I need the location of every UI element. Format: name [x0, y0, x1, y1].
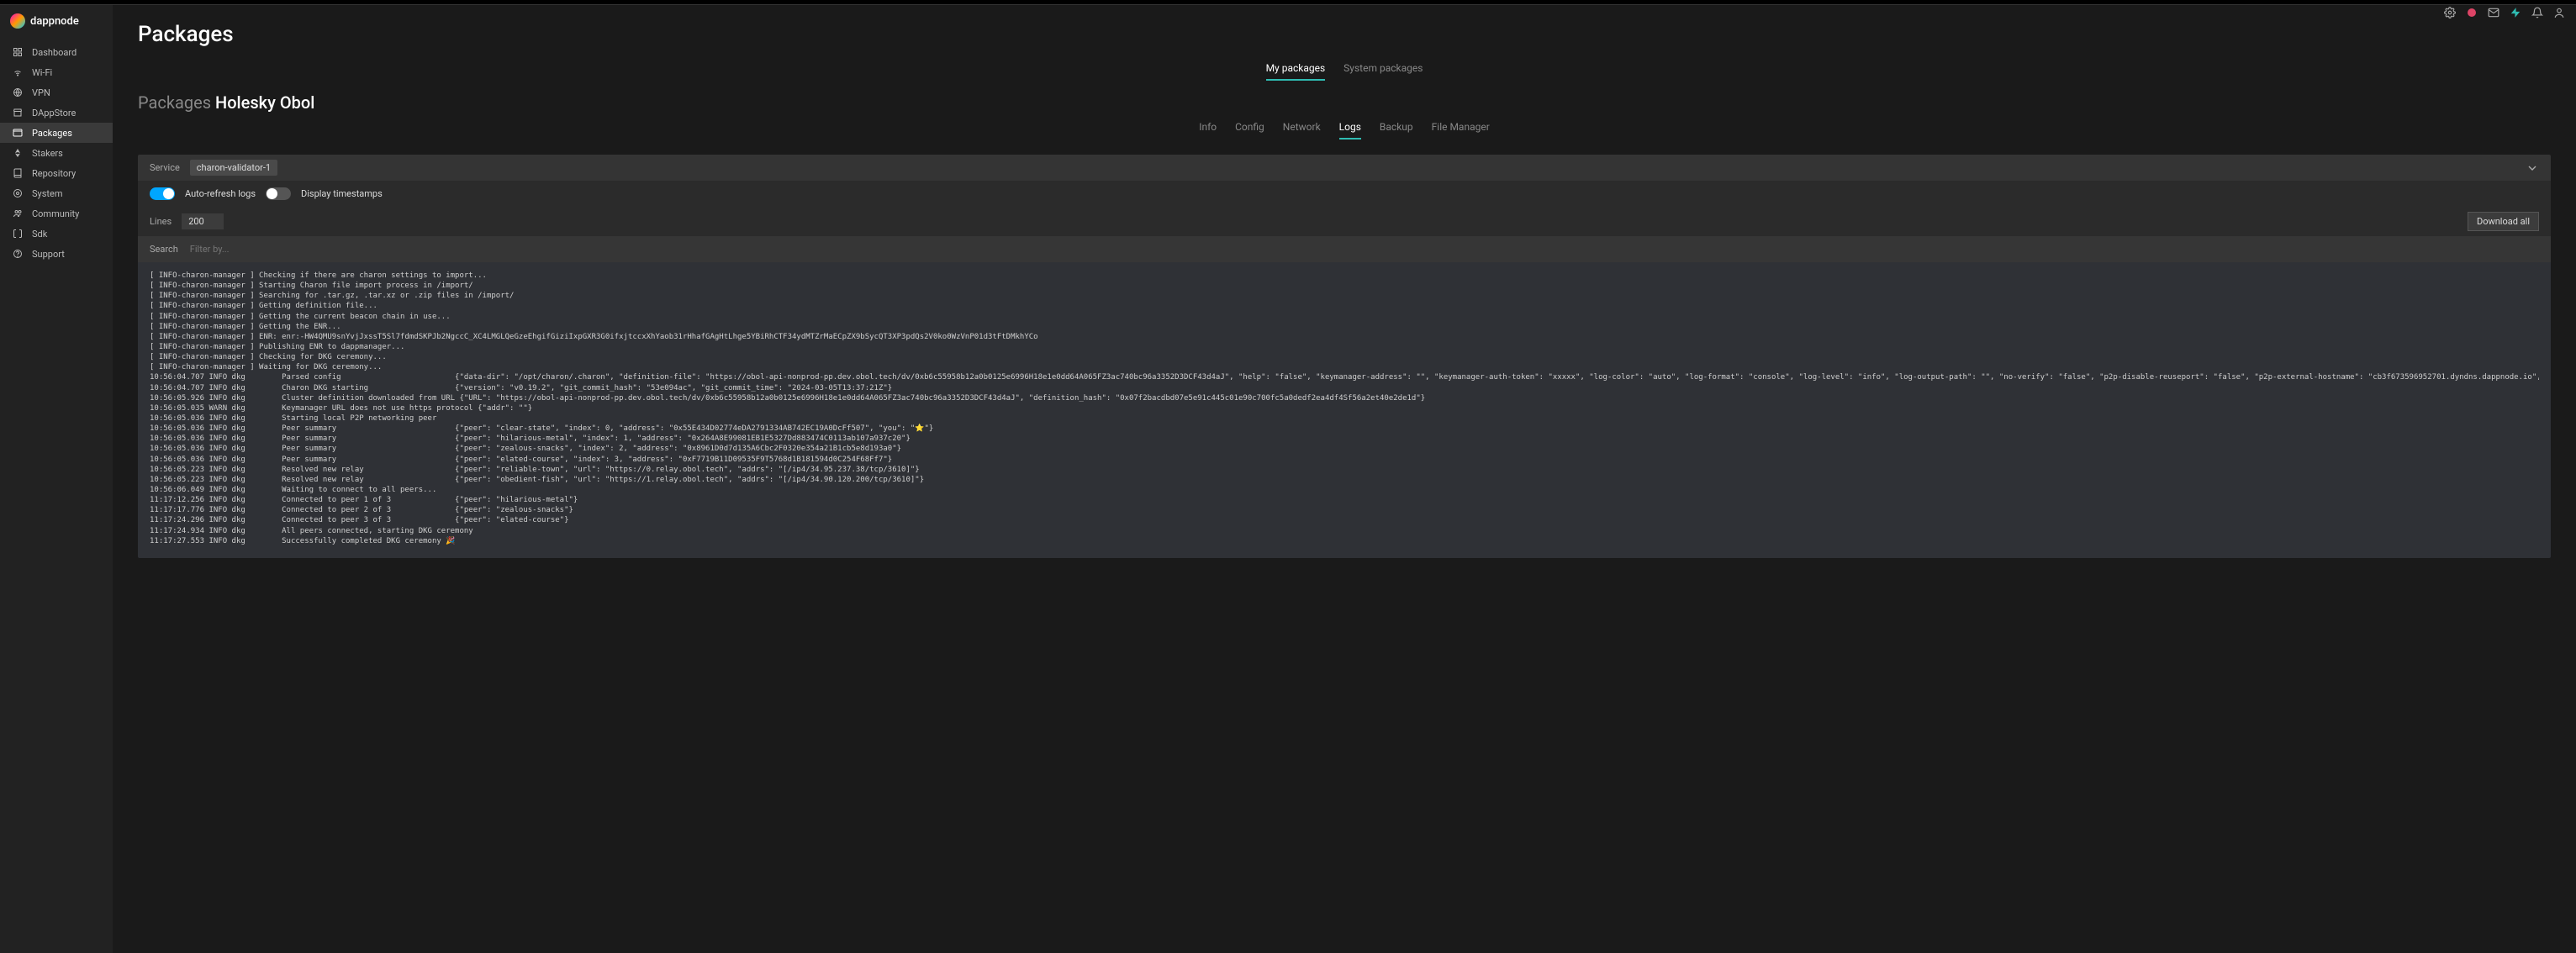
- sidebar-item-label: Repository: [32, 168, 76, 179]
- top-tab-system-packages[interactable]: System packages: [1343, 62, 1423, 81]
- wifi-icon: [12, 66, 24, 78]
- vpn-icon: [12, 87, 24, 98]
- sdk-icon: [12, 228, 24, 240]
- download-all-button[interactable]: Download all: [2468, 212, 2539, 231]
- auto-refresh-label: Auto-refresh logs: [185, 188, 256, 199]
- dashboard-icon: [12, 46, 24, 58]
- timestamps-toggle[interactable]: [266, 187, 291, 200]
- store-icon: [12, 107, 24, 118]
- system-icon: [12, 187, 24, 199]
- log-pane: [ INFO-charon-manager ] Checking if ther…: [138, 262, 2551, 558]
- bolt-icon[interactable]: [2509, 6, 2522, 19]
- sidebar-item-system[interactable]: System: [0, 183, 113, 203]
- sidebar-item-packages[interactable]: Packages: [0, 123, 113, 143]
- sidebar-item-label: Community: [32, 208, 79, 219]
- sub-tab-network[interactable]: Network: [1283, 121, 1321, 140]
- logo[interactable]: dappnode: [0, 5, 113, 37]
- breadcrumb: Packages Holesky Obol: [138, 92, 2551, 113]
- sidebar-item-dashboard[interactable]: Dashboard: [0, 42, 113, 62]
- repo-icon: [12, 167, 24, 179]
- sidebar-item-wi-fi[interactable]: Wi-Fi: [0, 62, 113, 82]
- sub-tab-file-manager[interactable]: File Manager: [1432, 121, 1490, 140]
- gear-icon[interactable]: [2443, 6, 2457, 19]
- logo-text: dappnode: [30, 15, 79, 28]
- sidebar-item-sdk[interactable]: Sdk: [0, 224, 113, 244]
- mail-icon[interactable]: [2487, 6, 2500, 19]
- indicator-icon[interactable]: [2465, 6, 2478, 19]
- sidebar-item-label: Support: [32, 249, 65, 260]
- page-title: Packages: [138, 22, 2551, 47]
- bell-icon[interactable]: [2531, 6, 2544, 19]
- auto-refresh-toggle[interactable]: [150, 187, 175, 200]
- sidebar-item-label: System: [32, 188, 63, 199]
- logo-mark-icon: [10, 13, 25, 29]
- sidebar-item-stakers[interactable]: Stakers: [0, 143, 113, 163]
- support-icon: [12, 248, 24, 260]
- sidebar-item-label: Packages: [32, 128, 72, 139]
- sub-tab-backup[interactable]: Backup: [1380, 121, 1413, 140]
- sidebar-item-label: Wi-Fi: [32, 67, 52, 78]
- top-tabs: My packages System packages: [138, 62, 2551, 81]
- packages-icon: [12, 127, 24, 139]
- timestamps-label: Display timestamps: [301, 188, 383, 199]
- sidebar-item-repository[interactable]: Repository: [0, 163, 113, 183]
- service-label: Service: [150, 162, 180, 173]
- collapse-icon[interactable]: [2526, 161, 2539, 175]
- main: Packages My packages System packages Pack…: [113, 5, 2576, 575]
- sub-tab-logs[interactable]: Logs: [1339, 121, 1361, 140]
- sub-tabs: Info Config Network Logs Backup File Manager: [138, 121, 2551, 140]
- log-output[interactable]: [ INFO-charon-manager ] Checking if ther…: [150, 271, 2539, 546]
- top-tab-my-packages[interactable]: My packages: [1266, 62, 1326, 81]
- sidebar-item-label: DAppStore: [32, 108, 76, 118]
- sidebar: dappnode Dashboard Wi-Fi VPN DAppStore Packa…: [0, 5, 113, 953]
- sidebar-item-label: VPN: [32, 87, 50, 98]
- sidebar-item-vpn[interactable]: VPN: [0, 82, 113, 103]
- breadcrumb-current: Holesky Obol: [215, 92, 314, 113]
- lines-row: Lines Download all: [138, 207, 2551, 236]
- lines-input[interactable]: [182, 213, 224, 229]
- breadcrumb-prefix: Packages: [138, 92, 215, 113]
- sidebar-item-dappstore[interactable]: DAppStore: [0, 103, 113, 123]
- service-select[interactable]: charon-validator-1: [190, 160, 277, 176]
- log-options: Auto-refresh logs Display timestamps: [138, 181, 2551, 207]
- search-row: Search: [138, 236, 2551, 262]
- sidebar-item-label: Sdk: [32, 229, 47, 240]
- sidebar-item-community[interactable]: Community: [0, 203, 113, 224]
- search-input[interactable]: [188, 241, 2539, 257]
- sub-tab-config[interactable]: Config: [1235, 121, 1264, 140]
- user-icon[interactable]: [2552, 6, 2566, 19]
- service-bar: Service charon-validator-1: [138, 155, 2551, 181]
- community-icon: [12, 208, 24, 219]
- header-bar: [2443, 0, 2576, 25]
- lines-label: Lines: [150, 216, 172, 227]
- sidebar-item-support[interactable]: Support: [0, 244, 113, 264]
- search-label: Search: [150, 244, 178, 255]
- sidebar-item-label: Dashboard: [32, 47, 77, 58]
- sidebar-item-label: Stakers: [32, 148, 63, 159]
- sub-tab-info[interactable]: Info: [1199, 121, 1217, 140]
- stakers-icon: [12, 147, 24, 159]
